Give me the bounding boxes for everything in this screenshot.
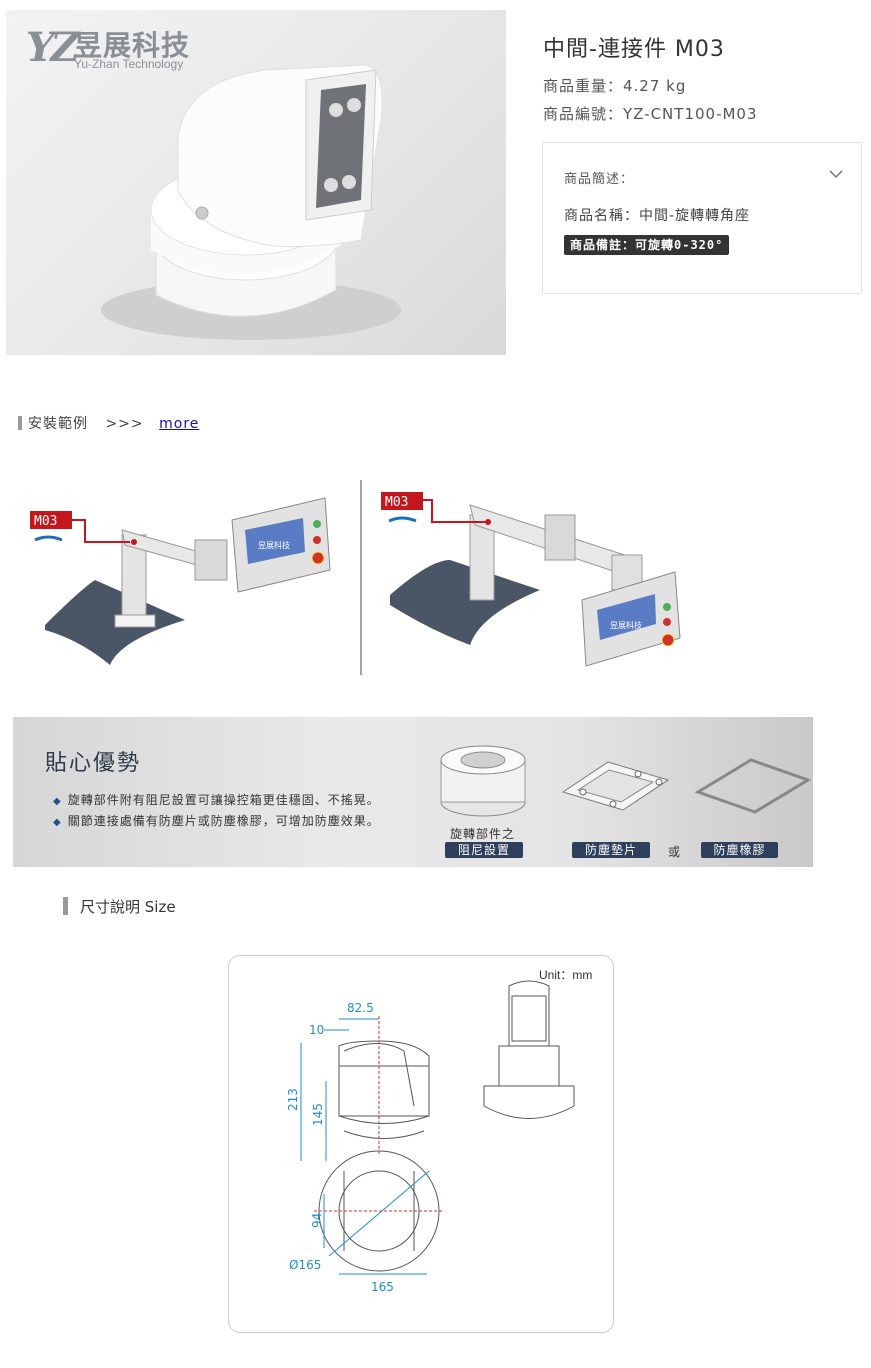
dim-height-total: 213 [286,1088,300,1111]
size-heading: 尺寸說明 Size [63,896,176,917]
install-examples-illustration: 昱展科技 M03 昱展科技 M03 [30,480,681,675]
more-link[interactable]: more [159,416,199,432]
dimension-drawing: 82.5 10 213 145 94 Ø165 165 [286,980,575,1294]
heading-bar [63,897,68,915]
rotate-icon [388,516,417,523]
install-label: 安裝範例 [28,416,88,432]
part2-tag: 防塵墊片 [572,842,650,858]
advantage-item: 旋轉部件附有阻尼設置可讓操控箱更佳穩固、不搖晃。 [53,791,380,808]
product-title: 中間-連接件 M03 [543,37,725,62]
example-right: 昱展科技 M03 [381,492,681,667]
dim-base-width: 165 [371,1280,394,1294]
product-image: YZ 昱展科技 Yu-Zhan Technology [6,10,506,355]
part3-tag: 防塵橡膠 [701,842,778,858]
screen-label-left: 昱展科技 [258,540,290,550]
screen-label-right: 昱展科技 [610,620,642,630]
rotate-icon [34,535,63,542]
dimension-drawing-card: Unit：mm 82.5 10 213 145 94 Ø165 165 [228,955,614,1333]
m03-tag-right: M03 [385,495,408,510]
product-description-panel[interactable]: 商品簡述： 商品名稱：中間-旋轉轉角座 商品備註：可旋轉0-320° [542,142,862,294]
product-weight: 商品重量：4.27 kg [543,77,687,95]
description-label: 商品簡述： [564,172,635,187]
description-note-badge: 商品備註：可旋轉0-320° [564,235,730,255]
dim-offset: 10 [309,1023,324,1037]
m03-tag-left: M03 [34,514,57,529]
advantages-title: 貼心優勢 [45,751,142,776]
heading-bar [18,416,22,430]
dim-hole-spacing: 94 [310,1213,324,1228]
advantages-banner: 貼心優勢 旋轉部件附有阻尼設置可讓操控箱更佳穩固、不搖晃。 關節連接處備有防塵片… [13,717,813,867]
brand-logo-mark: YZ [26,24,80,71]
chevron-down-icon[interactable] [829,167,843,181]
product-sku: 商品編號：YZ-CNT100-M03 [543,105,758,123]
advantage-item: 關節連接處備有防塵片或防塵橡膠，可增加防塵效果。 [53,812,380,829]
part1-caption: 旋轉部件之 [450,827,516,841]
part1-tag: 阻尼設置 [445,842,523,858]
install-arrows: >>> [105,416,144,432]
or-label: 或 [668,845,681,859]
install-examples-heading: 安裝範例 >>> more [18,413,199,433]
description-product-name: 商品名稱：中間-旋轉轉角座 [564,208,751,224]
size-heading-text: 尺寸說明 Size [80,898,176,916]
example-left: 昱展科技 M03 [30,497,331,665]
dim-diameter: Ø165 [289,1258,321,1272]
dim-height-lower: 145 [311,1103,325,1126]
dim-width: 82.5 [347,1001,374,1015]
brand-name-en: Yu-Zhan Technology [74,57,184,71]
